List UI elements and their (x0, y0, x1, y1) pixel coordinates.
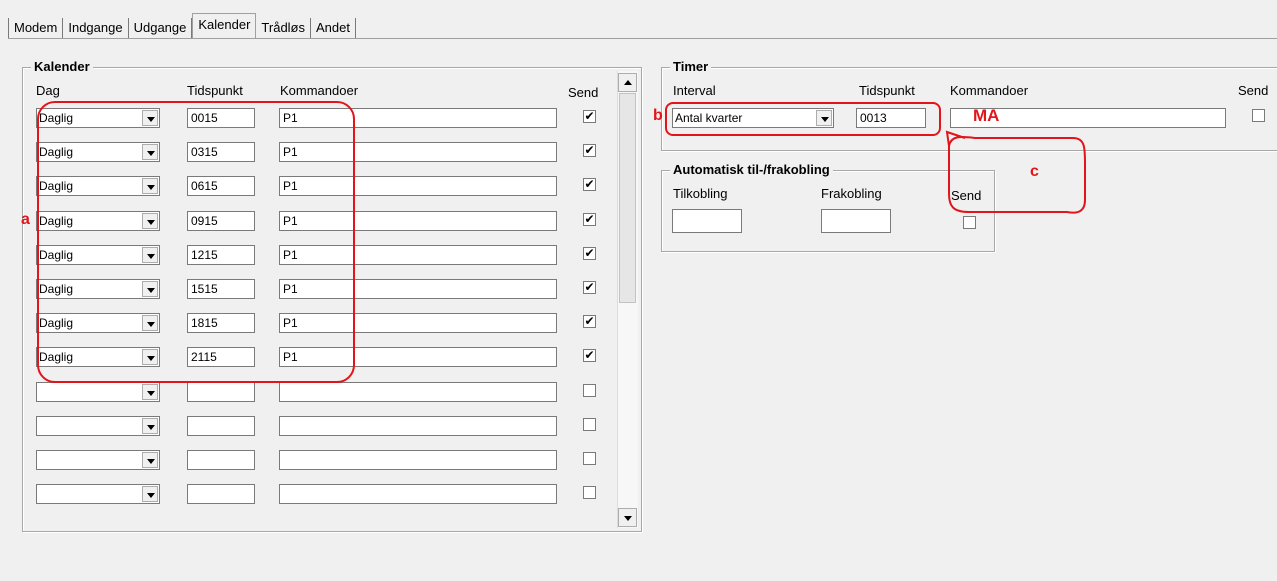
annotation-label-c: c (1030, 163, 1039, 180)
tilkobling-input[interactable] (672, 209, 742, 233)
kalender-scrollbar[interactable] (617, 71, 638, 528)
tab-traadloes[interactable]: Trådløs (256, 18, 311, 38)
annotation-box-c (945, 130, 1086, 214)
send-checkbox[interactable]: ✔ (583, 213, 596, 226)
timer-send-checkbox[interactable] (1252, 109, 1265, 122)
timer-header-send: Send (1238, 83, 1269, 98)
dag-select[interactable] (36, 382, 160, 402)
tab-bar: Modem Indgange Udgange Kalender Trådløs … (8, 13, 356, 38)
tab-udgange[interactable]: Udgange (129, 18, 193, 38)
kalender-title: Kalender (31, 59, 93, 75)
send-checkbox[interactable]: ✔ (583, 178, 596, 191)
dag-select[interactable] (36, 416, 160, 436)
tab-modem[interactable]: Modem (8, 18, 64, 38)
scroll-up-button[interactable] (618, 73, 637, 92)
chevron-down-icon[interactable] (142, 384, 158, 400)
chevron-down-icon[interactable] (142, 418, 158, 434)
send-checkbox[interactable]: ✔ (583, 349, 596, 362)
send-checkbox[interactable]: ✔ (583, 315, 596, 328)
kommando-input[interactable] (279, 416, 557, 436)
frakobling-input[interactable] (821, 209, 891, 233)
header-dag: Dag (36, 83, 60, 98)
tab-divider (8, 38, 1277, 39)
send-checkbox[interactable]: ✔ (583, 144, 596, 157)
auto-header-frakobling: Frakobling (821, 186, 882, 201)
send-checkbox[interactable] (583, 486, 596, 499)
header-kommandoer: Kommandoer (280, 83, 359, 98)
scroll-down-button[interactable] (618, 508, 637, 527)
dag-select[interactable] (36, 450, 160, 470)
tidspunkt-input[interactable] (187, 450, 255, 470)
kommando-input[interactable] (279, 382, 557, 402)
tidspunkt-input[interactable] (187, 484, 255, 504)
send-checkbox[interactable] (583, 418, 596, 431)
timer-title: Timer (670, 59, 712, 75)
dag-select[interactable] (36, 484, 160, 504)
tab-indgange[interactable]: Indgange (63, 18, 129, 38)
header-send: Send (568, 85, 599, 100)
auto-header-tilkobling: Tilkobling (673, 186, 728, 201)
tab-kalender[interactable]: Kalender (192, 13, 257, 38)
kommando-input[interactable] (279, 450, 557, 470)
timer-header-kommandoer: Kommandoer (950, 83, 1029, 98)
annotation-box-b (665, 102, 941, 136)
send-checkbox[interactable]: ✔ (583, 110, 596, 123)
send-checkbox[interactable]: ✔ (583, 247, 596, 260)
scroll-thumb[interactable] (619, 93, 636, 303)
annotation-box-a (37, 101, 355, 383)
kommando-input[interactable] (279, 484, 557, 504)
chevron-down-icon[interactable] (142, 452, 158, 468)
timer-header-tidspunkt: Tidspunkt (859, 83, 915, 98)
send-checkbox[interactable] (583, 452, 596, 465)
header-tidspunkt: Tidspunkt (187, 83, 243, 98)
send-checkbox[interactable] (583, 384, 596, 397)
timer-header-interval: Interval (673, 83, 716, 98)
send-checkbox[interactable]: ✔ (583, 281, 596, 294)
annotation-label-ma: MA (973, 106, 1000, 125)
chevron-down-icon[interactable] (142, 486, 158, 502)
auto-title: Automatisk til-/frakobling (670, 162, 833, 178)
tidspunkt-input[interactable] (187, 416, 255, 436)
tidspunkt-input[interactable] (187, 382, 255, 402)
annotation-label-a: a (21, 211, 30, 228)
annotation-label-b: b (653, 107, 663, 124)
tab-andet[interactable]: Andet (311, 18, 356, 38)
